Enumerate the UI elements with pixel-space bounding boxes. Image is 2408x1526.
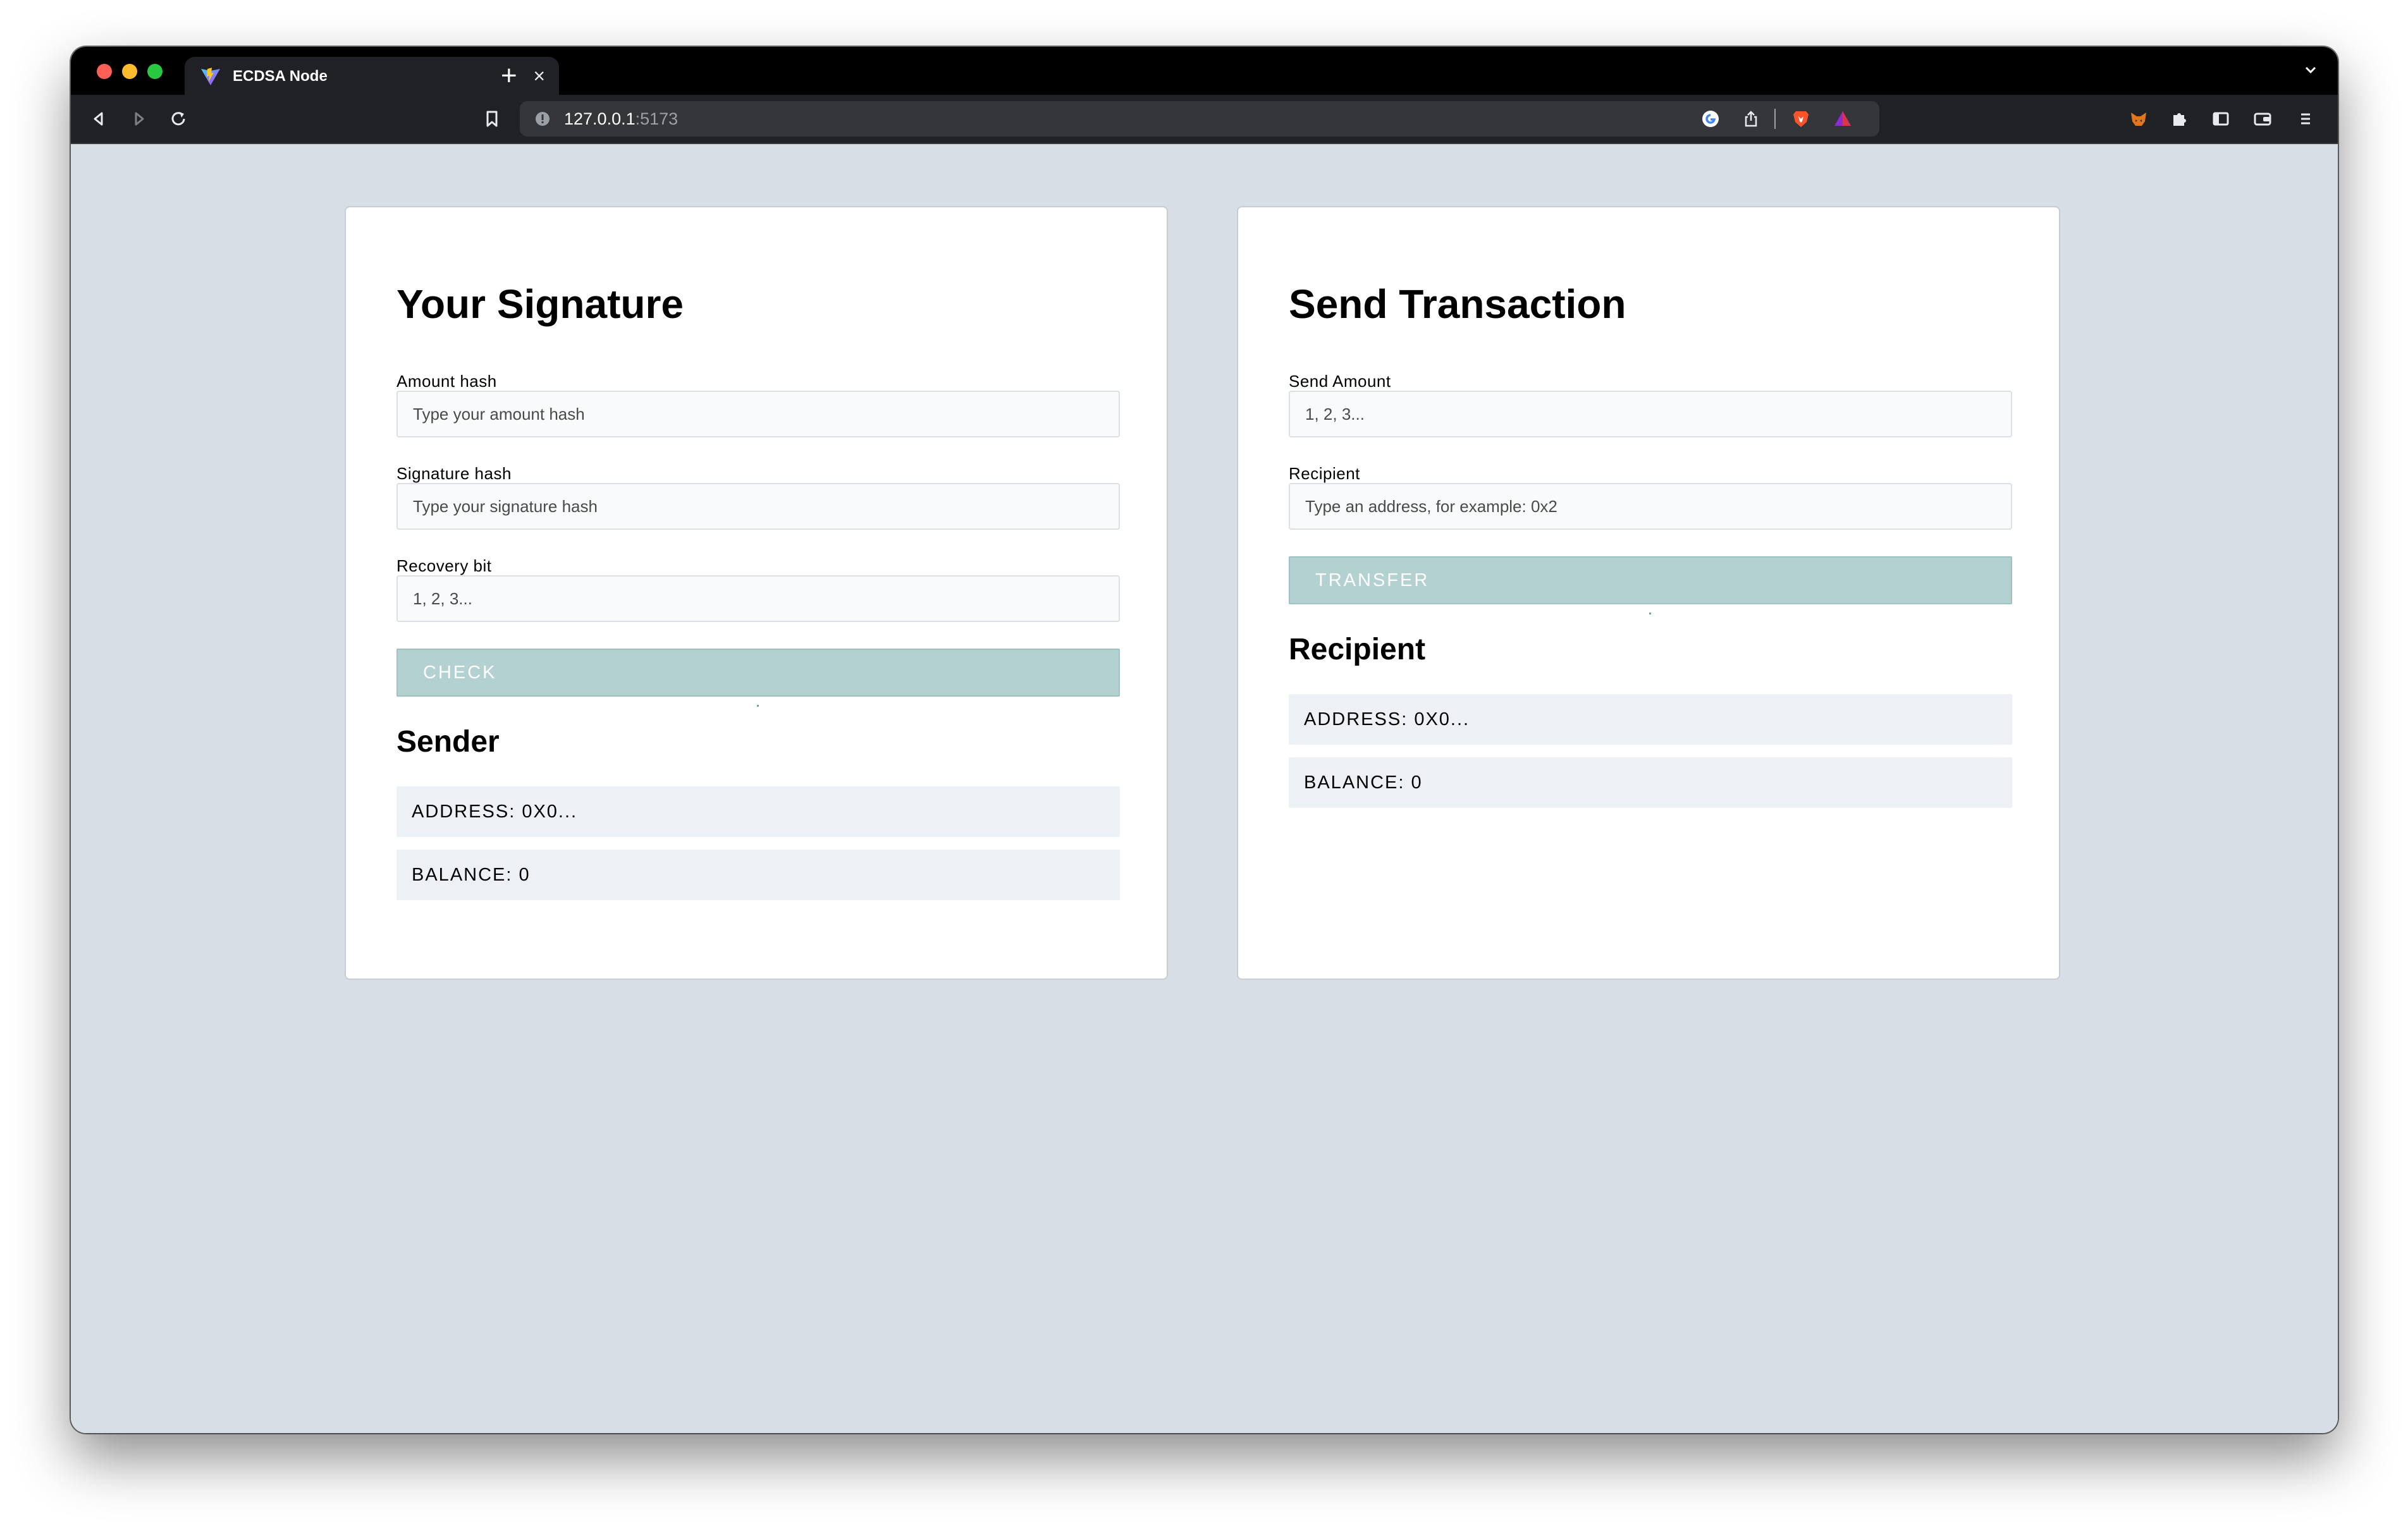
transfer-button[interactable]: TRANSFER [1289,556,2012,604]
metamask-fox-icon[interactable] [2128,109,2149,129]
sidebar-toggle-icon[interactable] [2211,109,2231,129]
maximize-window-button[interactable] [147,64,163,79]
send-amount-label: Send Amount [1289,372,1391,391]
site-info-icon[interactable] [534,110,551,128]
signature-hash-label: Signature hash [396,464,512,483]
brave-rewards-icon[interactable] [1833,109,1853,129]
recipient-address: ADDRESS: 0X0... [1289,694,2012,745]
check-button-label: CHECK [423,662,497,683]
title-bar: ECDSA Node × + [71,47,2338,95]
sender-balance: BALANCE: 0 [396,850,1120,900]
wallet-icon[interactable] [2252,109,2273,129]
brave-shields-icon[interactable] [1791,109,1811,129]
vite-logo-icon [201,68,220,85]
tab-title: ECDSA Node [233,68,328,85]
transaction-card: Send Transaction Send Amount Recipient T… [1237,206,2060,980]
google-icon[interactable] [1701,109,1720,128]
new-tab-button[interactable]: + [501,57,517,95]
toolbar-divider [1774,109,1776,129]
recovery-bit-label: Recovery bit [396,556,492,575]
page-content: Your Signature Amount hash Signature has… [71,144,2338,1433]
check-button[interactable]: CHECK [396,649,1120,697]
url-host: 127.0.0.1 [564,109,636,128]
recipient-balance: BALANCE: 0 [1289,757,2012,808]
url-text: 127.0.0.1:5173 [564,109,678,129]
loading-dot [757,705,759,707]
share-icon[interactable] [1742,109,1760,128]
browser-window: ECDSA Node × + 127.0.0.1:5173 Your Signa… [71,47,2338,1433]
close-tab-icon[interactable]: × [533,63,545,89]
reload-icon[interactable] [168,109,188,129]
transfer-button-label: TRANSFER [1315,570,1430,590]
signature-card: Your Signature Amount hash Signature has… [345,206,1168,980]
send-amount-input[interactable] [1289,391,2012,437]
recipient-label: Recipient [1289,464,1360,483]
recipient-address-text: ADDRESS: 0X0... [1304,709,1470,729]
recipient-heading: Recipient [1289,633,1426,666]
signature-hash-input[interactable] [396,483,1120,530]
sender-address-text: ADDRESS: 0X0... [412,801,578,822]
recipient-input[interactable] [1289,483,2012,530]
sender-balance-text: BALANCE: 0 [412,864,531,885]
amount-hash-input[interactable] [396,391,1120,437]
tab-search-chevron-icon[interactable] [2301,61,2320,80]
extensions-puzzle-icon[interactable] [2169,109,2189,129]
minimize-window-button[interactable] [122,64,137,79]
transaction-card-title: Send Transaction [1289,281,1626,327]
sender-heading: Sender [396,725,500,759]
url-port: :5173 [635,109,679,128]
recovery-bit-input[interactable] [396,575,1120,622]
close-window-button[interactable] [97,64,112,79]
back-icon[interactable] [89,109,109,129]
signature-card-title: Your Signature [396,281,684,327]
bookmark-icon[interactable] [482,109,502,129]
loading-dot [1649,613,1651,614]
browser-menu-icon[interactable] [2295,109,2316,129]
forward-icon[interactable] [129,109,149,129]
address-bar[interactable]: 127.0.0.1:5173 [520,101,1879,137]
recipient-balance-text: BALANCE: 0 [1304,772,1423,793]
amount-hash-label: Amount hash [396,372,497,391]
sender-address: ADDRESS: 0X0... [396,786,1120,837]
